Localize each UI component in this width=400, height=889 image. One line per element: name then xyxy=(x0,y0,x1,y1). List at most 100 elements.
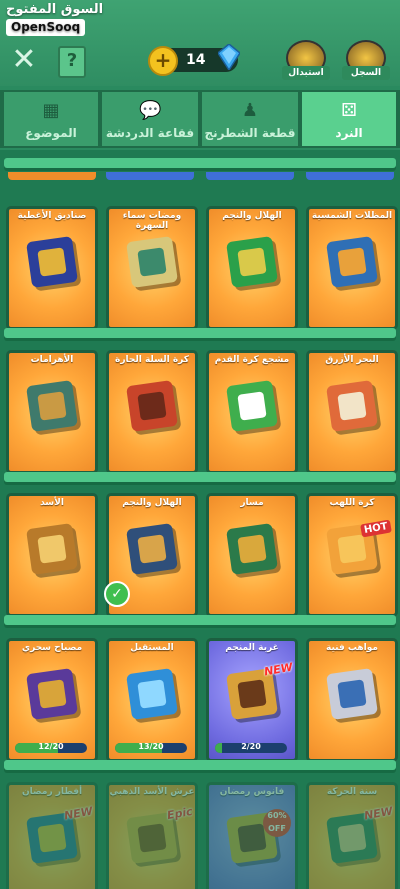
dice-face xyxy=(137,391,167,421)
category-tabs: ▦ الموضوع 💬 فقاعة الدردشة ♟ قطعة الشطرنج… xyxy=(0,90,400,148)
dice-face xyxy=(237,679,267,709)
dice-card[interactable]: مسار xyxy=(206,493,298,617)
dice-face xyxy=(137,823,167,853)
dice-face xyxy=(37,679,67,709)
dice-card[interactable]: الأهرامات xyxy=(6,350,98,474)
dice-title: الأسد xyxy=(40,498,64,508)
progress-text: 12/20 xyxy=(38,743,64,751)
dice-face xyxy=(37,534,67,564)
dice-title: المظلات الشمسية xyxy=(311,211,393,221)
dice-card[interactable]: الأسد xyxy=(6,493,98,617)
previous-row-edge xyxy=(8,172,96,180)
dice-title: ومضات سماء السهرة xyxy=(122,211,182,231)
tab-theme[interactable]: ▦ الموضوع xyxy=(4,92,98,146)
watermark-latin: OpenSooq xyxy=(6,19,86,36)
dice-title: الهلال والنجم xyxy=(122,498,182,508)
progress-bar: 2/20 xyxy=(215,743,287,753)
tab-chess-piece[interactable]: ♟ قطعة الشطرنج xyxy=(202,92,298,146)
dice-preview xyxy=(226,236,278,288)
progress-bar: 13/20 xyxy=(115,743,187,753)
dice-preview xyxy=(326,380,378,432)
dice-card[interactable]: ومضات سماء السهرة xyxy=(106,206,198,330)
dice-preview xyxy=(326,236,378,288)
dice-card[interactable]: المستقبل 13/20 xyxy=(106,638,198,762)
tab-label: فقاعة الدردشة xyxy=(105,126,195,140)
promo-badge: NEW xyxy=(263,660,294,679)
progress-text: 13/20 xyxy=(138,743,164,751)
dice-preview xyxy=(26,380,78,432)
dice-card[interactable]: الهلال والنجم xyxy=(206,206,298,330)
add-coins-button[interactable]: + xyxy=(148,46,178,76)
dice-title: الأهرامات xyxy=(30,355,74,365)
dice-card[interactable]: المظلات الشمسية xyxy=(306,206,398,330)
top-bar: السوق المفتوح OpenSooq ✕ ? + 14 استبدال … xyxy=(0,0,400,86)
dice-card[interactable]: مصباح سحري 12/20 xyxy=(6,638,98,762)
promo-badge: HOT xyxy=(360,519,392,538)
previous-row-edge xyxy=(106,172,194,180)
dice-title: عرش الأسد الذهبي xyxy=(109,787,195,797)
progress-text: 2/20 xyxy=(241,743,261,751)
dice-card[interactable]: كرة اللهب HOT xyxy=(306,493,398,617)
dice-card[interactable]: مشجع كرة القدم xyxy=(206,350,298,474)
chat-bubble-icon: 💬 xyxy=(139,100,162,121)
promo-badge: 60% OFF xyxy=(263,809,291,837)
dice-title: الهلال والنجم xyxy=(222,211,282,221)
dice-preview xyxy=(26,523,78,575)
dice-face xyxy=(237,391,267,421)
previous-row-edge xyxy=(206,172,294,180)
dice-title: غربة المنجم xyxy=(225,643,279,653)
dice-title: كرة اللهب xyxy=(329,498,375,508)
dice-card[interactable]: مواهب فنية xyxy=(306,638,398,762)
dice-title: مواهب فنية xyxy=(326,643,378,653)
dice-preview xyxy=(126,380,178,432)
theme-grid-icon: ▦ xyxy=(42,100,60,121)
dice-face xyxy=(337,823,367,853)
dice-face xyxy=(337,391,367,421)
dice-face xyxy=(137,247,167,277)
dice-preview xyxy=(126,523,178,575)
dice-preview xyxy=(126,236,178,288)
close-button[interactable]: ✕ xyxy=(10,45,38,75)
dice-preview xyxy=(326,668,378,720)
history-button[interactable]: السجل xyxy=(342,40,390,80)
previous-row-edge xyxy=(306,172,394,180)
gem-icon xyxy=(218,44,240,70)
dice-grid: المظلات الشمسية الهلال والنجم ومضات سماء ا… xyxy=(0,150,400,889)
shelf xyxy=(4,158,396,168)
close-icon: ✕ xyxy=(11,42,37,77)
dice-card[interactable]: البحر الأزرق xyxy=(306,350,398,474)
dice-card[interactable]: غربة المنجم NEW 2/20 xyxy=(206,638,298,762)
dice-card[interactable]: صناديق الأغطية xyxy=(6,206,98,330)
dice-title: المستقبل xyxy=(130,643,174,653)
selected-check-icon: ✓ xyxy=(104,581,130,607)
dice-card[interactable]: سنة الحركة NEW xyxy=(306,782,398,889)
dice-preview xyxy=(26,236,78,288)
dice-face xyxy=(237,247,267,277)
help-icon: ? xyxy=(66,50,78,71)
tab-dice[interactable]: ⚄ النرد xyxy=(302,92,396,146)
shelf xyxy=(4,760,396,770)
dice-face xyxy=(137,534,167,564)
shelf xyxy=(4,472,396,482)
promo-badge: NEW xyxy=(63,804,94,823)
dice-title: مشجع كرة القدم xyxy=(214,355,290,365)
dice-card[interactable]: أفطار رمضان NEW xyxy=(6,782,98,889)
dice-preview xyxy=(226,380,278,432)
tab-chat-bubble[interactable]: 💬 فقاعة الدردشة xyxy=(102,92,198,146)
dice-face xyxy=(337,534,367,564)
coin-count: 14 xyxy=(186,52,206,68)
dice-card[interactable]: فانوس رمضان 60% OFF xyxy=(206,782,298,889)
shelf xyxy=(4,615,396,625)
dice-face xyxy=(337,247,367,277)
dice-title: فانوس رمضان xyxy=(219,787,285,797)
progress-bar: 12/20 xyxy=(15,743,87,753)
dice-title: كرة السلة الحارة xyxy=(115,355,189,365)
tab-label: النرد xyxy=(335,126,363,140)
exchange-button[interactable]: استبدال xyxy=(282,40,330,80)
help-button[interactable]: ? xyxy=(58,46,86,78)
dice-preview xyxy=(126,668,178,720)
dice-face xyxy=(137,679,167,709)
dice-card[interactable]: كرة السلة الحارة xyxy=(106,350,198,474)
dice-card[interactable]: عرش الأسد الذهبي Epic xyxy=(106,782,198,889)
dice-face xyxy=(37,247,67,277)
